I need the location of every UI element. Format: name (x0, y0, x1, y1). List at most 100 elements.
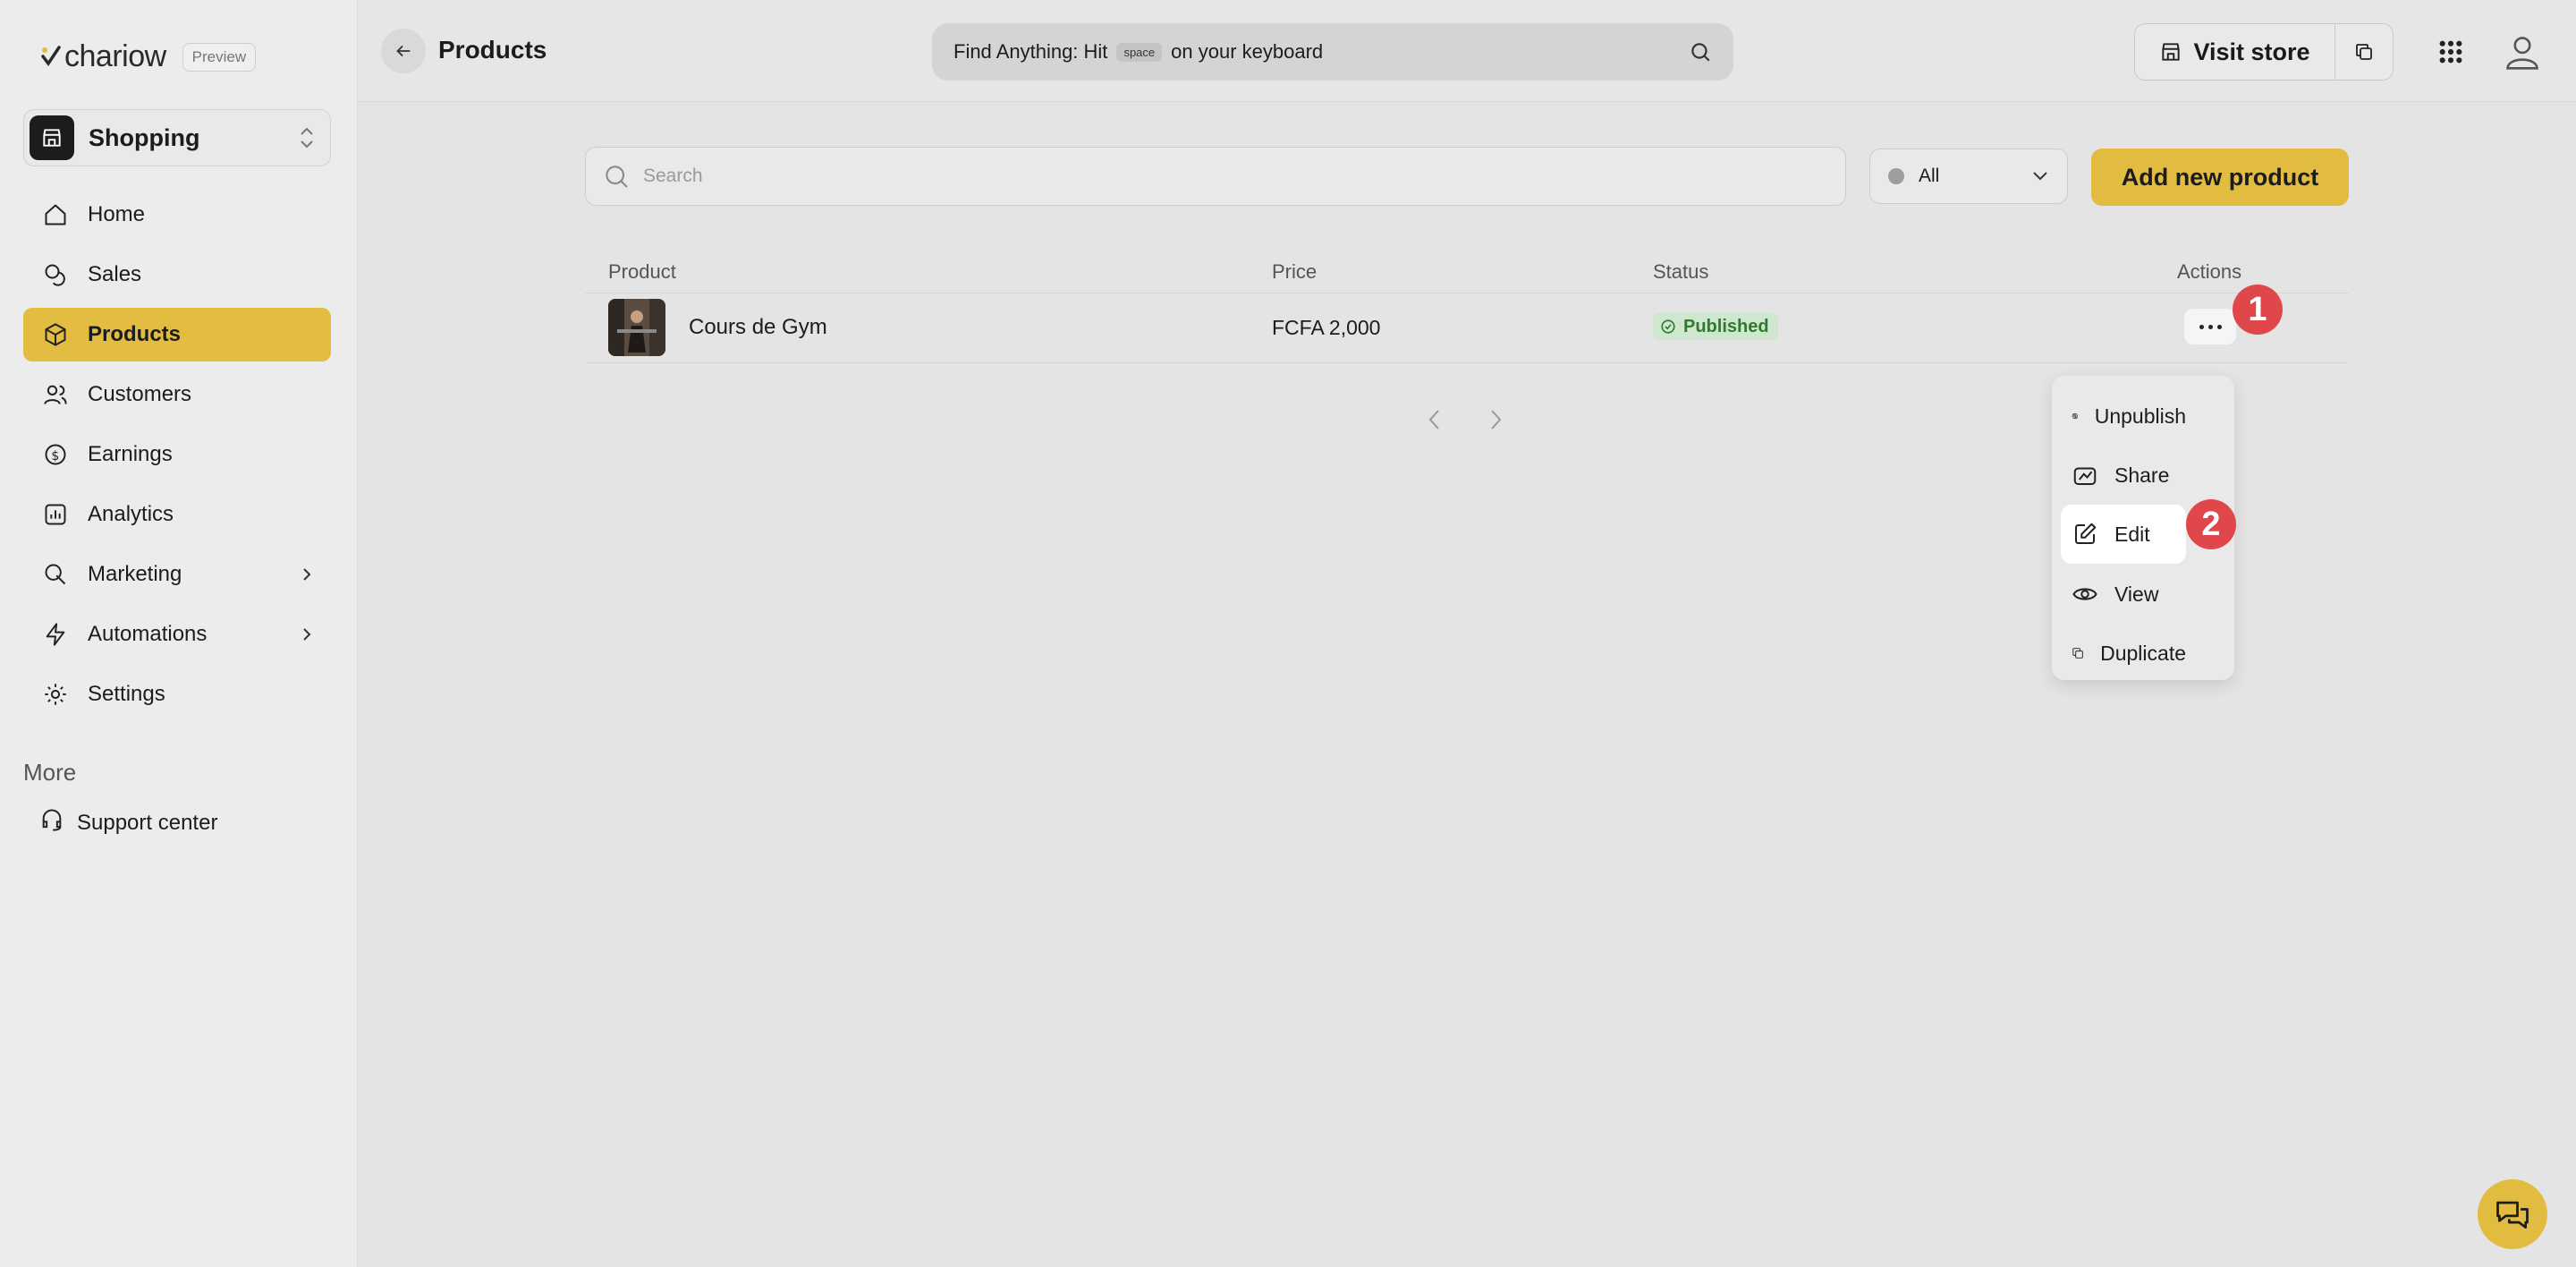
marketing-icon (41, 560, 70, 589)
pagination-previous[interactable] (1424, 406, 1445, 438)
column-header-actions: Actions (2177, 260, 2242, 283)
status-dot (1888, 168, 1904, 184)
sidebar-item-label: Settings (88, 682, 165, 706)
sidebar-item-label: Analytics (88, 502, 174, 526)
finder-prefix: Find Anything: Hit (953, 40, 1108, 63)
chevron-right-icon (1491, 410, 1502, 429)
page-title: Products (438, 36, 547, 64)
sidebar-item-label: Customers (88, 382, 192, 406)
menu-item-label: Unpublish (2094, 404, 2186, 428)
user-icon (2506, 37, 2538, 70)
menu-item-unpublish[interactable]: Unpublish (2061, 387, 2186, 446)
step-marker-2: 2 (2186, 499, 2236, 549)
menu-item-edit[interactable]: Edit (2061, 505, 2186, 564)
brand-name: chariow (64, 39, 166, 73)
workspace-name: Shopping (89, 123, 200, 151)
edit-icon (2075, 523, 2097, 544)
gear-icon (41, 680, 70, 709)
copy-store-link-button[interactable] (2335, 24, 2393, 80)
product-price: FCFA 2,000 (1272, 316, 1381, 339)
analytics-icon (41, 500, 70, 529)
store-icon (30, 115, 74, 160)
column-header-status: Status (1653, 260, 1709, 283)
menu-item-duplicate[interactable]: Duplicate (2061, 624, 2186, 683)
brand-logo[interactable]: chariow (39, 39, 166, 74)
dot (2199, 324, 2204, 329)
column-header-product: Product (608, 260, 676, 283)
support-chat-button[interactable] (2478, 1179, 2547, 1249)
visit-store-button[interactable]: Visit store (2135, 24, 2335, 80)
status-badge-label: Published (1683, 316, 1769, 336)
sidebar-item-products[interactable]: Products (23, 308, 331, 361)
dot (2207, 324, 2213, 329)
store-actions: Visit store (2134, 23, 2394, 81)
users-icon (41, 380, 70, 409)
menu-item-label: Edit (2114, 522, 2150, 546)
sidebar-item-label: Automations (88, 622, 208, 646)
user-menu-button[interactable] (2497, 27, 2547, 77)
sidebar-item-label: Earnings (88, 442, 173, 466)
search-icon (1691, 43, 1710, 62)
sidebar-nav: Home Sales Products Customers $ Earnings… (23, 188, 331, 727)
status-badge: Published (1653, 313, 1778, 340)
sidebar-item-analytics[interactable]: Analytics (23, 488, 331, 541)
arrow-left-icon (396, 45, 411, 57)
bolt-icon (41, 620, 70, 649)
sidebar: chariow Preview Shopping Home Sales Prod… (0, 0, 358, 1267)
sidebar-item-marketing[interactable]: Marketing (23, 548, 331, 601)
step-marker-1: 1 (2233, 285, 2283, 335)
earnings-icon: $ (41, 440, 70, 469)
support-center-link[interactable]: Support center (39, 807, 217, 838)
sidebar-item-home[interactable]: Home (23, 188, 331, 242)
store-icon (2162, 43, 2181, 61)
chat-icon (2496, 1201, 2529, 1229)
support-center-label: Support center (77, 810, 218, 835)
status-filter-value: All (1919, 166, 1940, 186)
menu-item-view[interactable]: View (2061, 565, 2186, 624)
sidebar-item-sales[interactable]: Sales (23, 248, 331, 302)
chevron-right-icon (303, 568, 311, 581)
menu-item-label: Share (2114, 463, 2170, 487)
sidebar-item-label: Marketing (88, 562, 182, 586)
space-key-hint: space (1116, 42, 1163, 62)
chevron-up-down-icon (301, 127, 313, 149)
workspace-switcher[interactable]: Shopping (23, 109, 331, 166)
status-filter-select[interactable]: All (1869, 149, 2068, 204)
eye-icon (2072, 588, 2097, 600)
sidebar-item-settings[interactable]: Settings (23, 668, 331, 721)
search-input[interactable] (643, 166, 1829, 187)
headset-icon (39, 807, 64, 838)
menu-item-label: View (2114, 582, 2159, 606)
menu-item-label: Duplicate (2100, 641, 2186, 665)
sidebar-item-customers[interactable]: Customers (23, 368, 331, 421)
product-name[interactable]: Cours de Gym (689, 315, 827, 340)
sidebar-item-earnings[interactable]: $ Earnings (23, 428, 331, 481)
visit-store-label: Visit store (2193, 38, 2310, 65)
chevron-right-icon (303, 628, 311, 641)
column-header-price: Price (1272, 260, 1318, 283)
finder-suffix: on your keyboard (1171, 40, 1324, 63)
more-section-title: More (23, 759, 77, 786)
row-actions-button[interactable] (2184, 309, 2236, 344)
share-icon (2073, 467, 2097, 485)
preview-badge: Preview (182, 42, 257, 72)
check-circle-icon (1661, 319, 1675, 334)
box-icon (41, 320, 70, 349)
pagination-next[interactable] (1485, 406, 1506, 438)
add-new-product-button[interactable]: Add new product (2091, 149, 2349, 206)
sidebar-item-label: Products (88, 322, 182, 346)
divider (585, 362, 2349, 363)
product-search[interactable] (585, 147, 1846, 206)
menu-item-share[interactable]: Share (2061, 446, 2186, 505)
sidebar-item-label: Home (88, 202, 146, 226)
brand-mark-icon (41, 45, 61, 66)
chevron-down-icon (2033, 172, 2047, 181)
brand: chariow Preview (39, 39, 257, 74)
home-icon (41, 200, 70, 229)
chevron-left-icon (1428, 410, 1439, 429)
apps-grid-button[interactable] (2426, 27, 2476, 77)
globe-off-icon (2072, 412, 2078, 420)
back-button[interactable] (381, 29, 426, 73)
find-anything-bar[interactable]: Find Anything: Hit space on your keyboar… (932, 23, 1733, 81)
sidebar-item-automations[interactable]: Automations (23, 608, 331, 661)
